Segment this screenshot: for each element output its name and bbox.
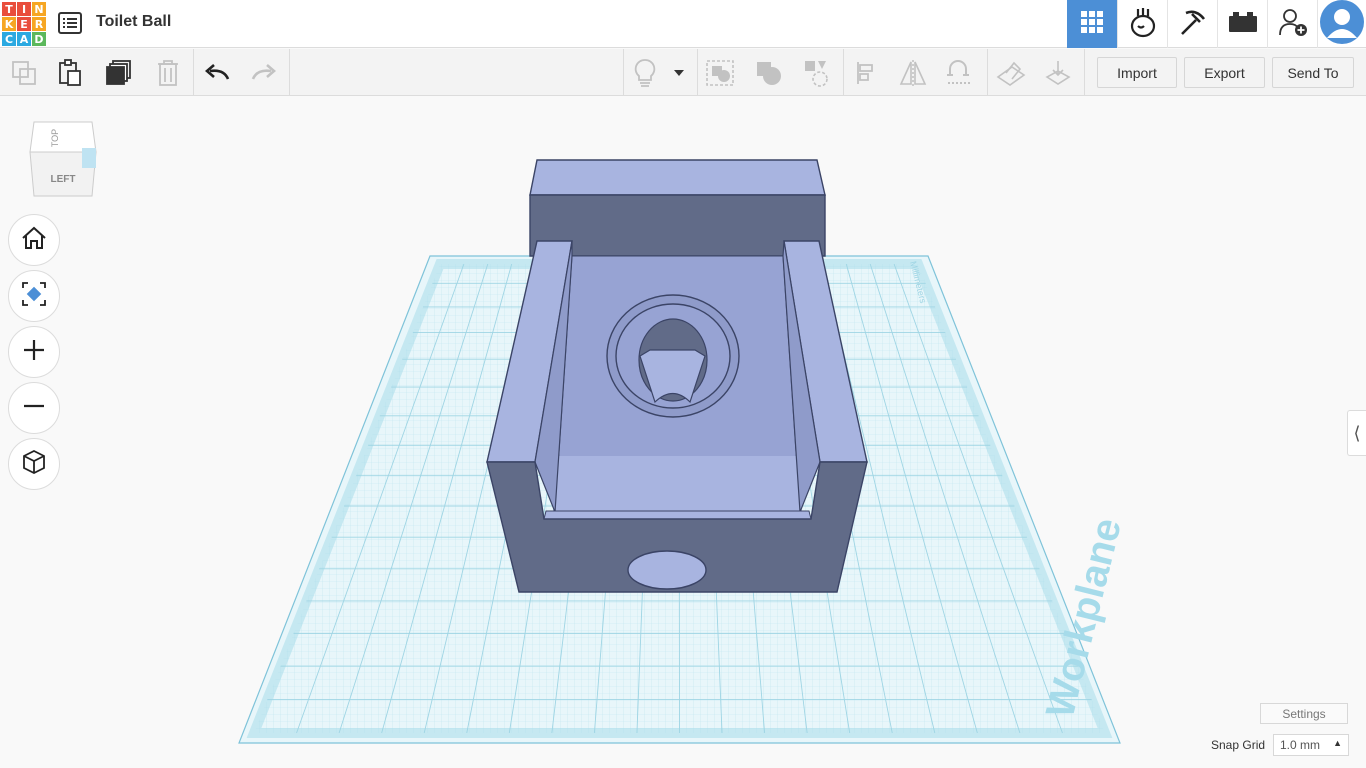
logo-letter: T bbox=[2, 2, 16, 16]
pickaxe-icon bbox=[1178, 7, 1208, 42]
zoom-out-icon bbox=[23, 395, 45, 422]
snap-grid-label: Snap Grid bbox=[1211, 738, 1266, 752]
design-title[interactable]: Toilet Ball bbox=[96, 13, 171, 31]
export-button[interactable]: Export bbox=[1184, 57, 1265, 88]
3d-design-tab[interactable] bbox=[1067, 0, 1117, 48]
chevron-up-icon: ▲ bbox=[1333, 738, 1342, 748]
send-to-button[interactable]: Send To bbox=[1272, 57, 1354, 88]
ungroup-icon[interactable] bbox=[752, 56, 786, 90]
circuits-icon bbox=[1129, 6, 1157, 43]
undo-icon[interactable] bbox=[200, 56, 234, 90]
cruise-icon[interactable] bbox=[942, 56, 976, 90]
3d-viewport[interactable]: Workplane Millimeters bbox=[0, 96, 1366, 768]
zoom-in-icon bbox=[23, 339, 45, 366]
snap-grid-select[interactable]: 1.0 mm ▲ bbox=[1273, 734, 1349, 756]
redo-icon[interactable] bbox=[247, 56, 281, 90]
invite-user-button[interactable] bbox=[1267, 0, 1317, 48]
codeblocks-tab[interactable] bbox=[1167, 0, 1217, 48]
list-icon[interactable] bbox=[58, 12, 82, 34]
logo-letter: C bbox=[2, 32, 16, 46]
light-bulb-icon[interactable] bbox=[628, 56, 662, 90]
fit-view-icon bbox=[21, 281, 47, 312]
group-icon[interactable] bbox=[703, 56, 737, 90]
home-view-button[interactable] bbox=[8, 214, 60, 266]
view-cube-top-label: TOP bbox=[50, 129, 60, 147]
hole-icon[interactable] bbox=[800, 56, 834, 90]
logo-letter: I bbox=[17, 2, 31, 16]
logo-letter: A bbox=[17, 32, 31, 46]
delete-icon[interactable] bbox=[151, 56, 185, 90]
copy-icon[interactable] bbox=[7, 56, 41, 90]
toilet-ball-model[interactable] bbox=[486, 159, 868, 593]
user-avatar[interactable] bbox=[1317, 0, 1366, 48]
import-button[interactable]: Import bbox=[1097, 57, 1177, 88]
brick-icon bbox=[1228, 11, 1257, 37]
zoom-in-button[interactable] bbox=[8, 326, 60, 378]
perspective-button[interactable] bbox=[8, 438, 60, 490]
edit-toolbar: Import Export Send To bbox=[0, 49, 1366, 96]
add-user-icon bbox=[1278, 7, 1308, 42]
snap-grid-value: 1.0 mm bbox=[1280, 738, 1321, 752]
view-cube-left-label: LEFT bbox=[51, 174, 76, 185]
logo-letter: D bbox=[32, 32, 46, 46]
align-icon[interactable] bbox=[850, 56, 884, 90]
workplane-icon[interactable] bbox=[994, 56, 1028, 90]
fit-view-button[interactable] bbox=[8, 270, 60, 322]
logo-letter: K bbox=[2, 17, 16, 31]
duplicate-icon[interactable] bbox=[102, 56, 136, 90]
logo-letter: R bbox=[32, 17, 46, 31]
view-cube[interactable]: TOP LEFT bbox=[28, 118, 100, 200]
shapes-panel-toggle[interactable]: ⟨ bbox=[1347, 410, 1366, 456]
grid-icon bbox=[1080, 10, 1104, 39]
chevron-left-icon: ⟨ bbox=[1353, 422, 1361, 443]
user-avatar-icon bbox=[1320, 0, 1364, 49]
perspective-icon bbox=[21, 449, 47, 480]
zoom-out-button[interactable] bbox=[8, 382, 60, 434]
logo-letter: E bbox=[17, 17, 31, 31]
logo-letter: N bbox=[32, 2, 46, 16]
mirror-icon[interactable] bbox=[896, 56, 930, 90]
top-header: TIN KER CAD Toilet Ball bbox=[0, 0, 1366, 48]
tinkercad-logo[interactable]: TIN KER CAD bbox=[2, 2, 46, 46]
bricks-tab[interactable] bbox=[1217, 0, 1267, 48]
home-icon bbox=[21, 226, 47, 255]
settings-button[interactable]: Settings bbox=[1260, 703, 1348, 724]
drop-icon[interactable] bbox=[1041, 56, 1075, 90]
dropdown-icon[interactable] bbox=[664, 56, 694, 90]
paste-icon[interactable] bbox=[53, 56, 87, 90]
circuits-tab[interactable] bbox=[1117, 0, 1167, 48]
